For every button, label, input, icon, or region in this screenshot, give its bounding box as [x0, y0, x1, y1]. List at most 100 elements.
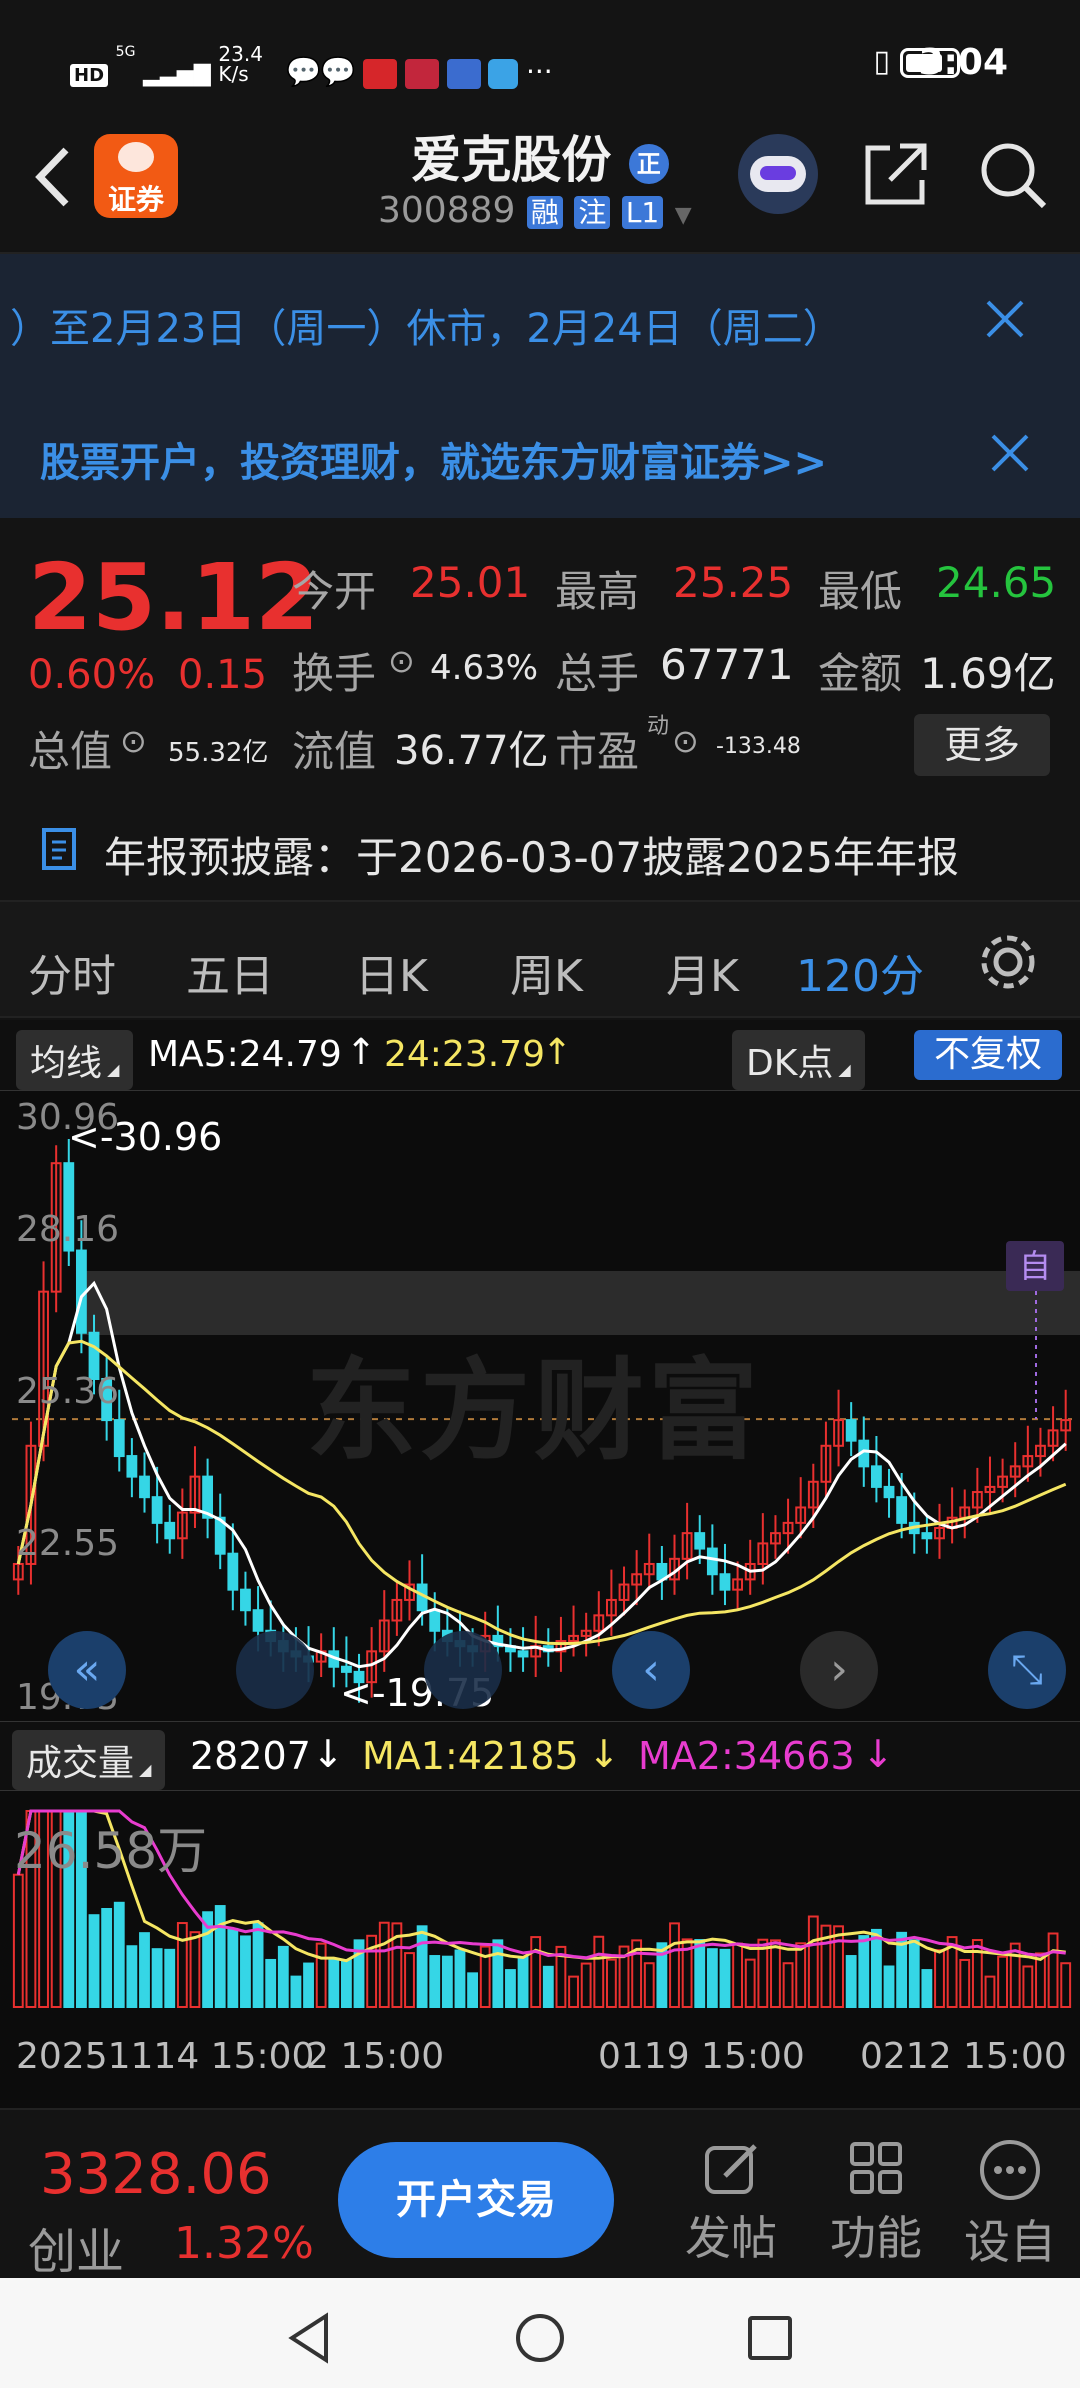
scroll-left-button[interactable]: ‹ [612, 1631, 690, 1709]
settings-button[interactable]: 设自 [950, 2138, 1070, 2278]
tab-intraday[interactable]: 分时 [28, 940, 116, 1004]
volume-bar [492, 1939, 504, 2008]
volume-selector[interactable]: 成交量 ◢ [12, 1730, 166, 1790]
volume-bar [505, 1969, 516, 2009]
post-button[interactable]: 发帖 [676, 2138, 786, 2278]
volume-bar [1060, 1962, 1072, 2009]
stock-code-row[interactable]: 300889 融 注 L1 ▼ [378, 190, 692, 231]
volume-bar [328, 1958, 340, 2008]
volume-bar [795, 1942, 807, 2009]
candle-body [706, 1547, 718, 1576]
tab-120min[interactable]: 120分 [796, 940, 924, 1004]
candle-body [719, 1573, 731, 1591]
volume-bar [227, 1927, 239, 2008]
share-button[interactable] [860, 138, 932, 210]
volume-selector-label: 成交量 [26, 1743, 135, 1784]
scroll-right-button[interactable]: › [800, 1631, 878, 1709]
app-icon-3 [446, 59, 481, 89]
volume-bar [240, 1935, 251, 2008]
status-icons: HD 5G ▂▃▅▇ 23.4 K/s 💬💬 ··· [70, 44, 553, 89]
close-ad-banner-button[interactable] [985, 428, 1035, 478]
tab-weekly-k[interactable]: 周K [510, 940, 583, 1004]
volume-bar [429, 1955, 441, 2008]
watermark: 东方财富 [306, 1347, 762, 1475]
volume-bar [454, 1949, 466, 2008]
tab-monthly-k[interactable]: 月K [666, 940, 739, 1004]
chart-settings-button[interactable] [978, 932, 1038, 992]
more-circle-icon [980, 2140, 1040, 2200]
volume-bar [265, 1958, 277, 2009]
ma-selector-label: 均线 [30, 1043, 103, 1084]
market-cap-value: 55.32亿 [168, 738, 269, 768]
ma2-down-arrow-icon: ↓ [862, 1732, 894, 1776]
ma24-value: 24:23.79 [384, 1034, 545, 1075]
vibrate-icon: ▯ [873, 44, 890, 79]
annual-report-notice[interactable]: 年报预披露：于2026-03-07披露2025年年报 [0, 798, 1080, 900]
tab-five-day[interactable]: 五日 [186, 940, 274, 1004]
high-label: 最高 [555, 567, 640, 616]
self-select-marker[interactable]: 自 [1006, 1241, 1064, 1291]
volume-bar [277, 1945, 289, 2008]
tiktok-icon [405, 59, 440, 89]
level1-tag: L1 [621, 196, 664, 229]
change-amount: 0.15 [178, 652, 268, 698]
open-account-trade-button[interactable]: 开户交易 [338, 2142, 614, 2258]
quote-panel: 25.12 0.60% 0.15 今开 25.01 最高 25.25 最低 24… [0, 518, 1080, 798]
tab-daily-k[interactable]: 日K [355, 940, 428, 1004]
kline-chart[interactable]: 东方财富 30.96 28.16 25.36 22.55 19.75 <-30.… [0, 1090, 1080, 1722]
volume-bar [605, 1958, 617, 2008]
market-holiday-banner[interactable]: ）至2月23日（周一）休市，2月24日（周二） [0, 252, 1080, 388]
candle-body [252, 1609, 264, 1632]
volume-bar [416, 1925, 428, 2009]
candle-body [126, 1455, 138, 1478]
volume-bar [290, 1975, 302, 2008]
account-ad-banner[interactable]: 股票开户，投资理财，就选东方财富证券>> [0, 388, 1080, 518]
y-tick-4: 22.55 [16, 1523, 120, 1564]
adjust-button[interactable]: 不复权 [914, 1030, 1062, 1080]
volume-bar [694, 1939, 706, 2009]
candle-body [429, 1609, 441, 1632]
volume-bar [858, 1935, 870, 2008]
last-price: 25.12 [28, 544, 320, 651]
volume-bar [782, 1962, 794, 2009]
ma-selector[interactable]: 均线 ◢ [16, 1030, 134, 1090]
y-tick-3: 25.36 [16, 1371, 120, 1412]
market-cap-info-icon[interactable]: ⊙ [120, 722, 147, 760]
high-marker: <-30.96 [68, 1115, 223, 1159]
edit-icon [705, 2144, 757, 2194]
pe-value: -133.48 [716, 734, 801, 759]
dk-point-selector[interactable]: DK点 ◢ [732, 1030, 865, 1090]
close-icon [986, 300, 1024, 338]
volume-bar [404, 1952, 415, 2009]
zoom-in-button[interactable] [424, 1631, 502, 1709]
more-button[interactable]: 更多 [914, 714, 1050, 776]
volume-bar [126, 1945, 138, 2009]
function-button[interactable]: 功能 [816, 2138, 936, 2278]
ma5-up-arrow-icon: ↑ [346, 1032, 377, 1073]
nav-recents-button[interactable] [740, 2308, 800, 2368]
index-widget[interactable]: 3328.06 创业 1.32% [28, 2142, 328, 2280]
volume-bar [441, 1955, 453, 2008]
volume-bar [517, 1956, 529, 2009]
search-button[interactable] [976, 138, 1048, 210]
fullscreen-button[interactable]: ⤡ [988, 1631, 1066, 1709]
open-value: 25.01 [410, 558, 531, 607]
network-label: 5G [115, 44, 136, 60]
nav-home-button[interactable] [510, 2308, 570, 2368]
candle-body [240, 1588, 251, 1612]
pe-info-icon[interactable]: ⊙ [672, 722, 699, 760]
close-holiday-banner-button[interactable] [980, 294, 1030, 344]
turnover-info-icon[interactable]: ⊙ [388, 642, 415, 680]
system-navigation-bar [0, 2278, 1080, 2388]
robot-assistant-button[interactable] [738, 134, 818, 214]
volume-bar [845, 1955, 857, 2008]
candle-body [845, 1419, 857, 1442]
volume-bar [719, 1948, 731, 2008]
volume-bar [1009, 1942, 1021, 2008]
volume-label: 总手 [555, 649, 640, 698]
nav-back-button[interactable] [280, 2308, 340, 2368]
scroll-left-fast-button[interactable]: « [48, 1631, 126, 1709]
volume-chart[interactable]: 26.58万 [0, 1790, 1080, 2018]
candle-body [227, 1552, 239, 1591]
zoom-out-button[interactable] [236, 1631, 314, 1709]
